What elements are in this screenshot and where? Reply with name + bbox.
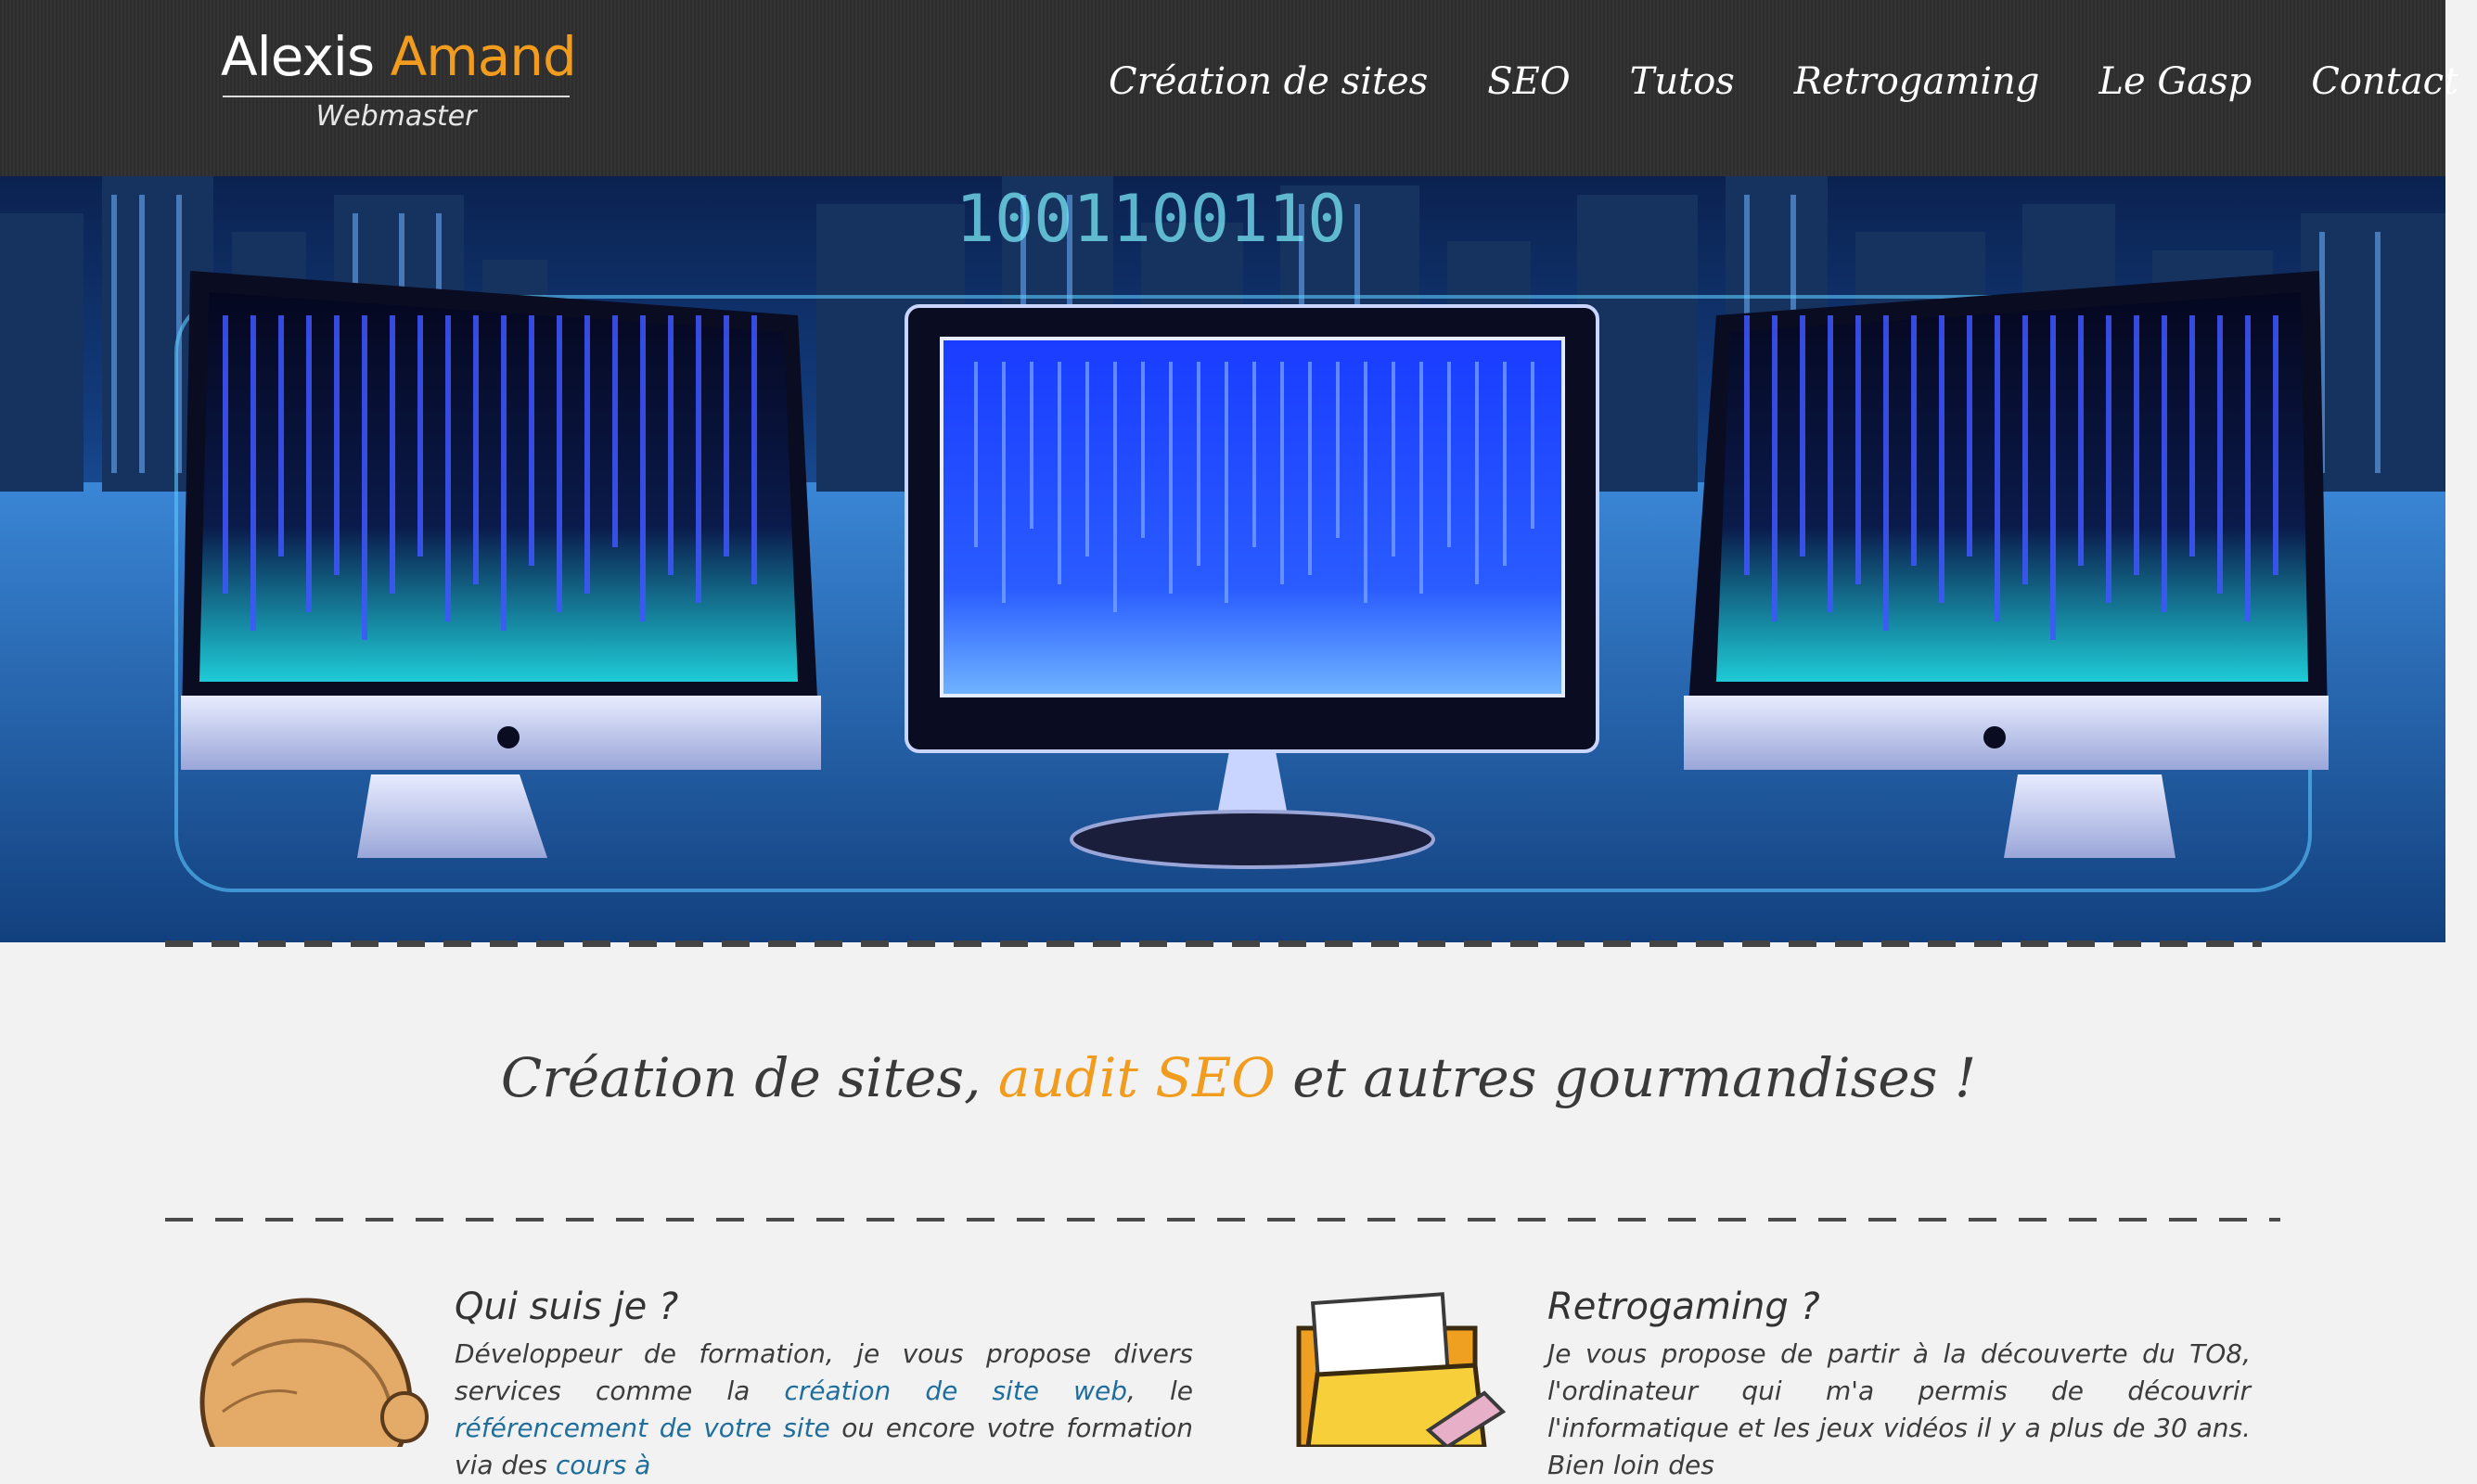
card-text-qui-suis-je: Développeur de formation, je vous propos…: [455, 1336, 1193, 1484]
section-divider: [165, 1218, 2280, 1222]
nav-item-contact[interactable]: Contact: [2311, 54, 2458, 109]
logo-last-name: Amand: [390, 25, 577, 88]
page-tagline: Création de sites, audit SEO et autres g…: [0, 1041, 2477, 1115]
logo-subtitle: Webmaster: [315, 100, 477, 133]
nav-item-seo[interactable]: SEO: [1487, 54, 1570, 109]
logo-first-name: Alexis: [221, 25, 375, 88]
nav-item-creation-de-sites[interactable]: Création de sites: [1109, 54, 1428, 109]
folder-sketch-icon: [1296, 1292, 1507, 1447]
avatar-sketch-icon: [199, 1298, 429, 1447]
tagline-part-2: et autres gourmandises !: [1275, 1046, 1977, 1109]
link-cours[interactable]: cours à: [556, 1450, 650, 1480]
nav-item-tutos[interactable]: Tutos: [1630, 54, 1735, 109]
link-creation-de-site-web[interactable]: création de site web: [784, 1375, 1127, 1406]
tagline-accent: audit SEO: [997, 1046, 1276, 1109]
site-logo[interactable]: Alexis Amand Webmaster: [221, 24, 577, 134]
logo-name: Alexis Amand: [221, 24, 577, 89]
site-header: Alexis Amand Webmaster Création de sites…: [0, 0, 2458, 176]
card-text-retrogaming: Je vous propose de partir à la découvert…: [1547, 1338, 2251, 1480]
card-title-qui-suis-je: Qui suis je ?: [455, 1286, 679, 1328]
hero-illustration: 1001100110: [0, 176, 2445, 942]
hero-binary-text: 1001100110: [956, 181, 1346, 257]
hero-bottom-divider: [165, 940, 2262, 947]
main-nav: Création de sites SEO Tutos Retrogaming …: [1109, 54, 2458, 109]
logo-divider: [223, 96, 570, 97]
card-title-retrogaming: Retrogaming ?: [1547, 1286, 1820, 1328]
card-text-segment: , le: [1127, 1375, 1194, 1406]
nav-item-retrogaming[interactable]: Retrogaming: [1794, 54, 2040, 109]
nav-item-le-gasp[interactable]: Le Gasp: [2098, 54, 2252, 109]
link-referencement[interactable]: référencement de votre site: [455, 1413, 830, 1443]
hero-banner: 1001100110: [0, 176, 2445, 942]
tagline-part-1: Création de sites,: [500, 1046, 998, 1109]
